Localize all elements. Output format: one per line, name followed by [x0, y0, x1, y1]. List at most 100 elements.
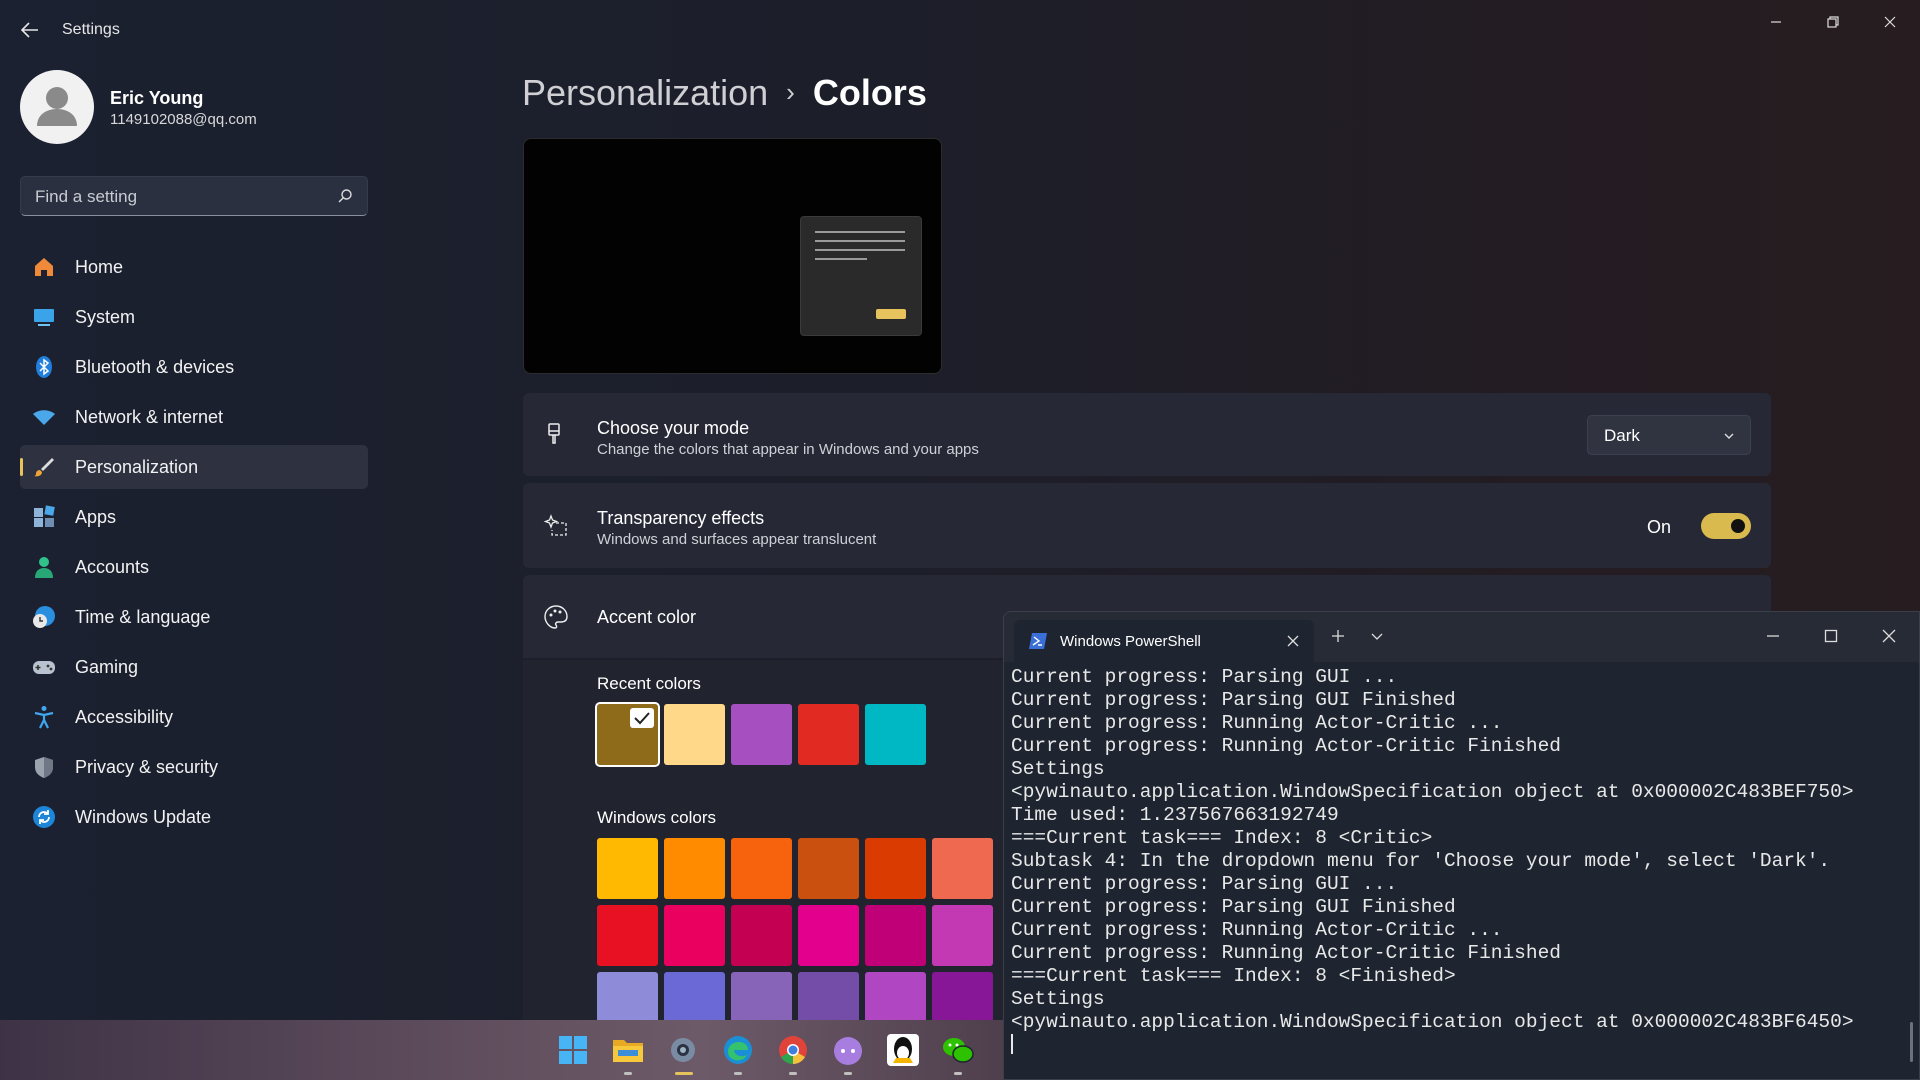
home-icon — [35, 258, 53, 276]
terminal-scrollbar[interactable] — [1910, 1022, 1913, 1062]
sidebar-item-accounts[interactable]: Accounts — [20, 545, 368, 589]
restore-button[interactable] — [1813, 8, 1853, 38]
running-indicator — [844, 1072, 852, 1075]
restore-icon — [1827, 16, 1839, 28]
terminal-line: ===Current task=== Index: 8 <Critic> — [1011, 827, 1433, 849]
shield-icon — [35, 757, 53, 778]
terminal-line: Subtask 4: In the dropdown menu for 'Cho… — [1011, 850, 1831, 872]
sidebar-item-privacy[interactable]: Privacy & security — [20, 745, 368, 789]
settings-icon — [671, 1038, 695, 1062]
chevron-down-icon — [1724, 433, 1734, 439]
sidebar-item-windows-update[interactable]: Windows Update — [20, 795, 368, 839]
transparency-state-label: On — [1646, 517, 1671, 537]
recent-color-swatch[interactable] — [664, 704, 725, 765]
page-title: Colors — [812, 72, 927, 113]
powershell-window: Windows PowerShell Current progress: Par… — [1003, 611, 1920, 1080]
sidebar-item-label: Accessibility — [75, 707, 174, 727]
running-indicator — [789, 1072, 797, 1075]
taskbar-wechat[interactable] — [940, 1032, 976, 1068]
active-indicator — [675, 1072, 693, 1075]
transparency-toggle[interactable] — [1701, 513, 1751, 539]
start-button[interactable] — [555, 1032, 591, 1068]
taskbar-settings[interactable] — [665, 1032, 701, 1068]
gamepad-icon — [33, 661, 55, 674]
user-email: 1149102088@qq.com — [110, 111, 257, 128]
close-icon[interactable] — [1881, 628, 1897, 644]
terminal-line: Current progress: Parsing GUI ... — [1011, 666, 1398, 688]
windows-color-swatch[interactable] — [731, 905, 792, 966]
wechat-icon — [943, 1038, 974, 1063]
windows-color-swatch[interactable] — [798, 905, 859, 966]
edge-icon — [724, 1036, 752, 1064]
windows-color-swatch[interactable] — [865, 838, 926, 899]
monitor-icon — [34, 309, 54, 326]
terminal-output[interactable]: Current progress: Parsing GUI ... Current… — [1011, 666, 1901, 1076]
minimize-button[interactable] — [1756, 8, 1796, 38]
new-tab-icon[interactable] — [1330, 628, 1346, 644]
sidebar-item-system[interactable]: System — [20, 295, 368, 339]
close-icon — [1884, 16, 1896, 28]
terminal-line: Current progress: Running Actor-Critic .… — [1011, 919, 1503, 941]
sidebar-item-label: Bluetooth & devices — [75, 357, 235, 377]
terminal-line: Current progress: Running Actor-Critic .… — [1011, 712, 1503, 734]
sidebar-item-label: Windows Update — [75, 807, 212, 827]
powershell-tab[interactable]: Windows PowerShell — [1014, 620, 1314, 662]
windows-color-swatch[interactable] — [664, 905, 725, 966]
windows-color-swatch[interactable] — [731, 838, 792, 899]
back-button[interactable] — [18, 18, 42, 42]
start-icon — [559, 1036, 587, 1064]
sidebar-item-gaming[interactable]: Gaming — [20, 645, 368, 689]
windows-color-swatch[interactable] — [597, 838, 658, 899]
theme-preview — [523, 138, 942, 374]
taskbar-qq[interactable] — [885, 1032, 921, 1068]
windows-color-swatch[interactable] — [597, 905, 658, 966]
taskbar-edge[interactable] — [720, 1032, 756, 1068]
search-box — [20, 176, 368, 216]
search-input[interactable] — [33, 185, 327, 209]
windows-color-swatch[interactable] — [664, 838, 725, 899]
mode-title: Choose your mode — [597, 418, 750, 438]
chrome-icon — [779, 1036, 807, 1064]
close-tab-icon[interactable] — [1286, 634, 1300, 648]
palette-icon — [544, 605, 568, 629]
chevron-down-icon[interactable] — [1369, 628, 1385, 644]
search-icon[interactable] — [337, 188, 353, 204]
recent-color-swatch[interactable] — [798, 704, 859, 765]
accent-title: Accent color — [597, 607, 697, 627]
taskbar-cat-app[interactable] — [830, 1032, 866, 1068]
app-title: Settings — [62, 21, 120, 38]
sidebar-item-bluetooth[interactable]: Bluetooth & devices — [20, 345, 368, 389]
recent-color-swatch[interactable] — [731, 704, 792, 765]
mode-dropdown[interactable]: Dark — [1587, 415, 1751, 455]
maximize-icon[interactable] — [1823, 628, 1839, 644]
breadcrumb-parent[interactable]: Personalization — [522, 72, 768, 113]
sidebar-item-time-language[interactable]: Time & language — [20, 595, 368, 639]
person-icon — [35, 557, 53, 578]
terminal-line: Settings — [1011, 988, 1105, 1010]
checkmark-icon — [630, 708, 654, 728]
preview-accent-button — [876, 309, 906, 319]
choose-mode-card: Choose your mode Change the colors that … — [523, 393, 1771, 476]
windows-color-swatch[interactable] — [798, 838, 859, 899]
accessibility-icon — [34, 706, 54, 729]
sidebar-item-label: Gaming — [75, 657, 139, 677]
sidebar-item-label: Time & language — [75, 607, 211, 627]
windows-color-swatch[interactable] — [932, 838, 993, 899]
sidebar-item-personalization[interactable]: Personalization — [20, 445, 368, 489]
windows-color-swatch[interactable] — [865, 905, 926, 966]
recent-color-swatch[interactable] — [865, 704, 926, 765]
sidebar-item-network[interactable]: Network & internet — [20, 395, 368, 439]
windows-color-swatch[interactable] — [932, 905, 993, 966]
sidebar-item-apps[interactable]: Apps — [20, 495, 368, 539]
sidebar-item-home[interactable]: Home — [20, 245, 368, 289]
taskbar-chrome[interactable] — [775, 1032, 811, 1068]
sidebar-item-accessibility[interactable]: Accessibility — [20, 695, 368, 739]
avatar[interactable] — [20, 70, 94, 144]
minimize-icon[interactable] — [1765, 628, 1781, 644]
title-bar: Settings — [0, 0, 1920, 60]
taskbar-file-explorer[interactable] — [610, 1032, 646, 1068]
close-button[interactable] — [1870, 8, 1910, 38]
recent-color-swatch[interactable] — [595, 702, 660, 767]
transparency-title: Transparency effects — [597, 508, 765, 528]
terminal-line: Current progress: Parsing GUI Finished — [1011, 896, 1456, 918]
